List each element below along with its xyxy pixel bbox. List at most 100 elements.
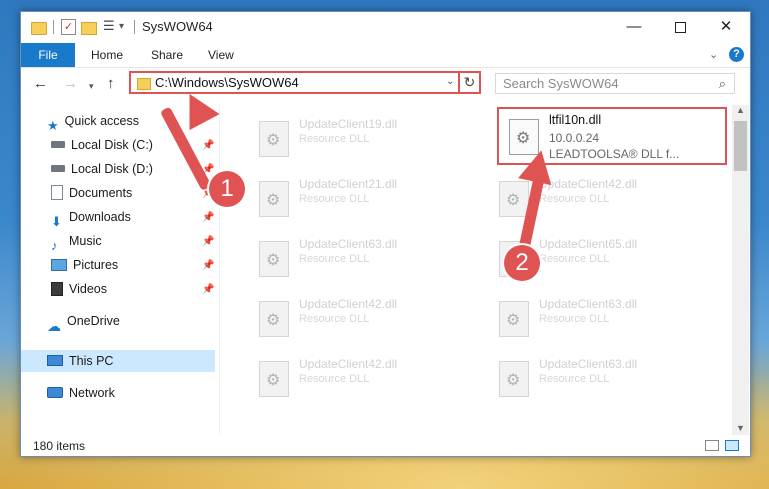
pin-icon[interactable]: 📌: [202, 212, 214, 223]
title-bar: ✓ ☰ ▾ SysWOW64 — ✕: [21, 12, 750, 43]
tab-share[interactable]: Share: [151, 43, 183, 67]
address-path[interactable]: C:\Windows\SysWOW64: [155, 75, 299, 90]
sidebar-item-documents[interactable]: Documents: [51, 182, 132, 204]
dll-file-icon: [499, 301, 529, 337]
search-input[interactable]: Search SysWOW64 ⌕: [495, 73, 735, 94]
refresh-button[interactable]: ↻: [458, 71, 481, 94]
sidebar-item-onedrive[interactable]: ☁ OneDrive: [47, 310, 120, 334]
minimize-button[interactable]: —: [611, 12, 657, 42]
pin-icon[interactable]: 📌: [202, 140, 214, 151]
sidebar-item-quick-access[interactable]: ★ Quick access: [47, 110, 139, 133]
recent-locations-button[interactable]: ▾: [89, 76, 94, 96]
sidebar-item-local-disk-c[interactable]: Local Disk (C:): [51, 134, 153, 156]
scrollbar-thumb[interactable]: [734, 121, 747, 171]
search-icon[interactable]: ⌕: [719, 76, 726, 92]
file-tile[interactable]: UpdateClient63.dll Resource DLL: [249, 231, 479, 289]
pane-divider[interactable]: [219, 105, 220, 435]
dll-file-icon: [259, 241, 289, 277]
sidebar-item-videos[interactable]: Videos: [51, 278, 107, 300]
tiles-view-icon[interactable]: [725, 440, 739, 451]
file-type: Resource DLL: [299, 313, 370, 325]
dll-file-icon: [259, 121, 289, 157]
tab-file[interactable]: File: [21, 43, 75, 67]
item-count: 180 items: [33, 439, 86, 453]
new-folder-icon[interactable]: [81, 22, 97, 35]
tab-home[interactable]: Home: [91, 43, 123, 67]
step-badge-1: 1: [209, 171, 245, 207]
forward-button[interactable]: →: [63, 74, 78, 94]
file-name: UpdateClient63.dll: [539, 357, 638, 371]
help-icon[interactable]: ?: [729, 47, 744, 62]
documents-icon: [51, 185, 63, 201]
scroll-down-icon[interactable]: ▼: [736, 423, 745, 433]
sidebar-item-local-disk-d[interactable]: Local Disk (D:): [51, 158, 153, 180]
file-name: UpdateClient63.dll: [539, 297, 638, 311]
window-title: SysWOW64: [142, 19, 213, 34]
file-tile[interactable]: UpdateClient19.dll Resource DLL: [249, 111, 479, 169]
sidebar-item-label: Documents: [69, 186, 133, 200]
sidebar-item-label: Quick access: [64, 114, 139, 128]
file-name: UpdateClient21.dll: [299, 177, 398, 191]
sidebar-item-pictures[interactable]: Pictures: [51, 254, 118, 276]
sidebar-item-network[interactable]: Network: [47, 382, 115, 404]
scroll-up-icon[interactable]: ▲: [736, 105, 745, 115]
file-name: UpdateClient19.dll: [299, 117, 398, 131]
file-name: UpdateClient42.dll: [299, 357, 398, 371]
up-button[interactable]: ↑: [107, 74, 115, 94]
drive-icon: [51, 141, 65, 149]
tab-view[interactable]: View: [208, 43, 234, 67]
file-name: UpdateClient63.dll: [299, 237, 398, 251]
file-type: Resource DLL: [539, 373, 610, 385]
ribbon-tabs: File Home Share View ⌄ ?: [21, 43, 750, 68]
dll-file-icon: [259, 301, 289, 337]
details-view-icon[interactable]: [705, 440, 719, 451]
search-placeholder: Search SysWOW64: [503, 76, 619, 91]
pin-icon[interactable]: 📌: [202, 284, 214, 295]
sidebar-item-label: Network: [69, 386, 115, 400]
file-tile[interactable]: UpdateClient63.dll Resource DLL: [489, 291, 719, 349]
folder-icon: [137, 78, 151, 90]
close-button[interactable]: ✕: [703, 12, 749, 42]
chevron-down-icon[interactable]: ▾: [119, 19, 124, 35]
sidebar-item-label: Local Disk (C:): [71, 138, 153, 152]
file-tile[interactable]: UpdateClient21.dll Resource DLL: [249, 171, 479, 229]
file-type: Resource DLL: [299, 253, 370, 265]
file-name: UpdateClient42.dll: [539, 177, 638, 191]
address-field[interactable]: C:\Windows\SysWOW64 ⌄: [129, 71, 478, 94]
expand-ribbon-icon[interactable]: ⌄: [709, 48, 718, 61]
file-tile[interactable]: UpdateClient42.dll Resource DLL: [249, 291, 479, 349]
sidebar-item-music[interactable]: ♪ Music: [51, 230, 102, 253]
annotation-arrow-2-head: [518, 146, 558, 186]
sidebar-item-label: Pictures: [73, 258, 119, 272]
pin-icon[interactable]: 📌: [202, 260, 214, 271]
file-tile[interactable]: UpdateClient42.dll Resource DLL: [249, 351, 479, 409]
chevron-down-icon[interactable]: ⌄: [446, 76, 454, 87]
star-icon: ★: [47, 117, 59, 133]
file-type: Resource DLL: [539, 253, 610, 265]
properties-check-icon[interactable]: ✓: [61, 19, 76, 35]
music-icon: ♪: [51, 237, 58, 253]
toolbar-divider: [134, 20, 135, 34]
sidebar-item-label: OneDrive: [67, 314, 120, 328]
videos-icon: [51, 281, 63, 296]
drive-icon: [51, 165, 65, 173]
toolbar-divider: [53, 20, 54, 34]
status-bar: 180 items: [21, 436, 750, 456]
maximize-button[interactable]: [657, 12, 703, 42]
file-type: Resource DLL: [299, 133, 370, 145]
file-type: Resource DLL: [539, 313, 610, 325]
sidebar-item-downloads[interactable]: ⬇ Downloads: [51, 206, 131, 229]
file-list: UpdateClient19.dll Resource DLL ltfil10n…: [235, 105, 730, 435]
address-bar-row: ← → ▾ ↑ C:\Windows\SysWOW64 ⌄ ↻ Search S…: [21, 68, 750, 100]
customize-toolbar-icon[interactable]: ☰: [103, 19, 117, 33]
sidebar-item-label: Local Disk (D:): [71, 162, 153, 176]
step-badge-2: 2: [504, 245, 540, 281]
file-name: UpdateClient42.dll: [299, 297, 398, 311]
vertical-scrollbar[interactable]: ▲ ▼: [732, 105, 749, 435]
dll-file-icon: [499, 361, 529, 397]
dll-file-icon: [259, 181, 289, 217]
back-button[interactable]: ←: [33, 74, 48, 94]
sidebar-item-this-pc[interactable]: This PC: [47, 350, 113, 372]
file-tile[interactable]: UpdateClient63.dll Resource DLL: [489, 351, 719, 409]
pin-icon[interactable]: 📌: [202, 236, 214, 247]
